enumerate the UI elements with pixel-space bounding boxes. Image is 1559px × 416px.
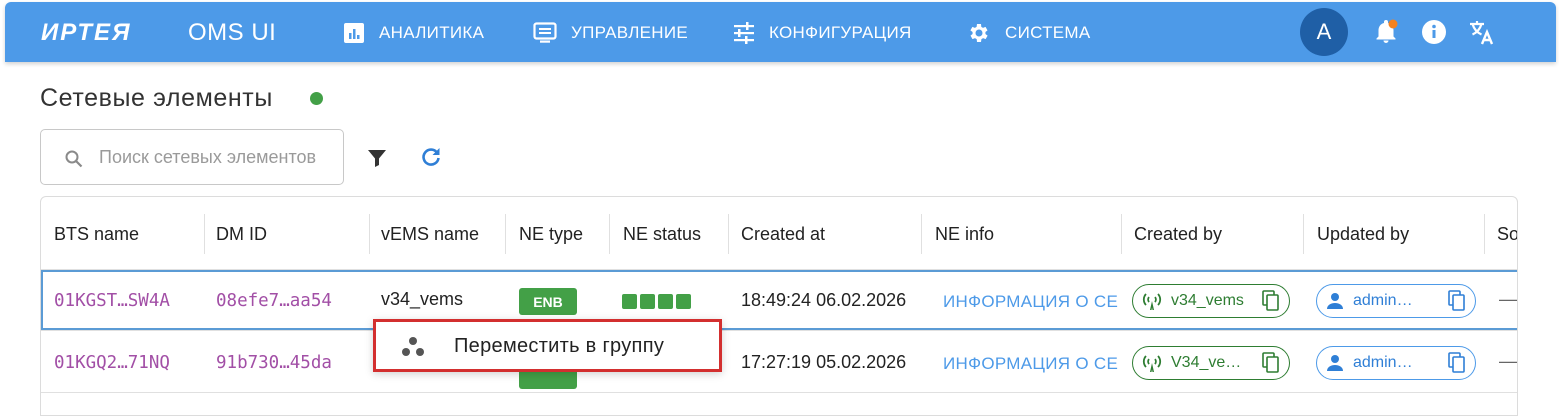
antenna-icon	[1142, 355, 1162, 372]
nav-system-label: СИСТЕМА	[1005, 23, 1091, 42]
nav-configuration[interactable]: КОНФИГУРАЦИЯ	[733, 20, 912, 46]
nav-management[interactable]: УПРАВЛЕНИЕ	[533, 20, 688, 46]
search-input[interactable]	[99, 140, 319, 174]
dm-id-link[interactable]: 91b730…45da	[216, 353, 332, 373]
info-icon	[1422, 20, 1446, 44]
vems-name: v34_vems	[381, 289, 464, 309]
bell-icon	[1376, 19, 1398, 43]
page-title: Сетевые элементы	[40, 84, 273, 112]
column-header-ne-info[interactable]: NE info	[935, 224, 994, 245]
user-icon	[1327, 355, 1343, 371]
column-separator	[728, 214, 729, 254]
created-by-chip[interactable]: v34_vems	[1132, 284, 1290, 318]
copy-icon[interactable]	[1261, 352, 1281, 374]
updated-by-label: admin…	[1353, 354, 1413, 371]
translate-icon	[1470, 21, 1494, 45]
antenna-icon	[1142, 293, 1162, 310]
extra-cell: —	[1499, 289, 1517, 309]
gear-icon	[970, 24, 988, 42]
status-square	[658, 294, 673, 309]
status-indicator	[310, 92, 323, 105]
column-header-dm-id[interactable]: DM ID	[216, 224, 267, 245]
refresh-button[interactable]	[418, 144, 444, 170]
created-at: 17:27:19 05.02.2026	[741, 352, 907, 372]
ne-info-link[interactable]: ИНФОРМАЦИЯ О СЕ	[943, 292, 1119, 312]
copy-icon[interactable]	[1447, 290, 1467, 312]
ne-info-link[interactable]: ИНФОРМАЦИЯ О СЕ	[943, 354, 1119, 374]
column-header-vems-name[interactable]: vEMS name	[381, 224, 479, 245]
column-header-created-at[interactable]: Created at	[741, 224, 825, 245]
management-icon	[533, 22, 557, 43]
column-header-so[interactable]: So	[1497, 224, 1517, 245]
dm-id-link[interactable]: 08efe7…aa54	[216, 291, 332, 311]
avatar[interactable]: A	[1300, 8, 1348, 56]
column-separator	[609, 214, 610, 254]
ne-type-badge: ENB	[519, 288, 577, 315]
column-separator	[505, 214, 506, 254]
created-by-chip[interactable]: V34_ve…	[1132, 346, 1290, 380]
app-name: OMS UI	[188, 19, 277, 46]
notifications-button[interactable]	[1372, 18, 1400, 46]
created-by-label: v34_vems	[1171, 292, 1244, 309]
column-header-ne-type[interactable]: NE type	[519, 224, 583, 245]
row-divider	[41, 392, 1517, 393]
nav-system[interactable]: СИСТЕМА	[967, 20, 1091, 46]
filter-button[interactable]	[365, 146, 389, 170]
analytics-icon	[344, 23, 364, 43]
user-icon	[1327, 293, 1343, 309]
top-app-bar: ИРТЕЯ OMS UI АНАЛИТИКА УПРАВЛЕНИЕ КОНФИГ…	[5, 2, 1556, 62]
column-header-bts-name[interactable]: BTS name	[54, 224, 139, 245]
nav-management-label: УПРАВЛЕНИЕ	[571, 23, 689, 42]
nav-configuration-label: КОНФИГУРАЦИЯ	[769, 23, 912, 42]
network-elements-table: BTS name DM ID vEMS name NE type NE stat…	[40, 196, 1518, 416]
bts-name-link[interactable]: 01KGST…SW4A	[54, 291, 170, 311]
column-separator	[1484, 214, 1485, 254]
row-divider	[41, 330, 1517, 331]
copy-icon[interactable]	[1447, 352, 1467, 374]
updated-by-chip[interactable]: admin…	[1316, 284, 1476, 318]
language-button[interactable]	[1468, 18, 1496, 46]
column-separator	[369, 214, 370, 254]
column-separator	[204, 214, 205, 254]
group-move-icon	[402, 337, 424, 356]
tune-icon	[734, 22, 754, 44]
column-separator	[1121, 214, 1122, 254]
created-by-label: V34_ve…	[1171, 354, 1242, 371]
column-separator	[921, 214, 922, 254]
refresh-icon	[422, 148, 440, 166]
context-menu: Переместить в группу	[373, 319, 722, 372]
updated-by-chip[interactable]: admin…	[1316, 346, 1476, 380]
column-header-ne-status[interactable]: NE status	[623, 224, 701, 245]
updated-by-label: admin…	[1353, 292, 1413, 309]
filter-icon	[368, 150, 386, 167]
column-separator	[1303, 214, 1304, 254]
status-square	[622, 294, 637, 309]
created-at: 18:49:24 06.02.2026	[741, 290, 907, 310]
context-menu-item-move-to-group[interactable]: Переместить в группу	[376, 322, 719, 369]
column-header-updated-by[interactable]: Updated by	[1317, 224, 1409, 245]
status-square	[640, 294, 655, 309]
copy-icon[interactable]	[1261, 290, 1281, 312]
bts-name-link[interactable]: 01KGQ2…71NQ	[54, 353, 170, 373]
search-field[interactable]	[40, 129, 344, 185]
info-button[interactable]	[1420, 18, 1448, 46]
search-icon	[65, 150, 83, 168]
nav-analytics-label: АНАЛИТИКА	[379, 23, 485, 42]
column-header-created-by[interactable]: Created by	[1134, 224, 1222, 245]
context-menu-item-label: Переместить в группу	[454, 335, 665, 357]
extra-cell: —	[1499, 351, 1517, 371]
status-square	[676, 294, 691, 309]
logo: ИРТЕЯ	[41, 19, 132, 46]
nav-analytics[interactable]: АНАЛИТИКА	[343, 20, 484, 46]
